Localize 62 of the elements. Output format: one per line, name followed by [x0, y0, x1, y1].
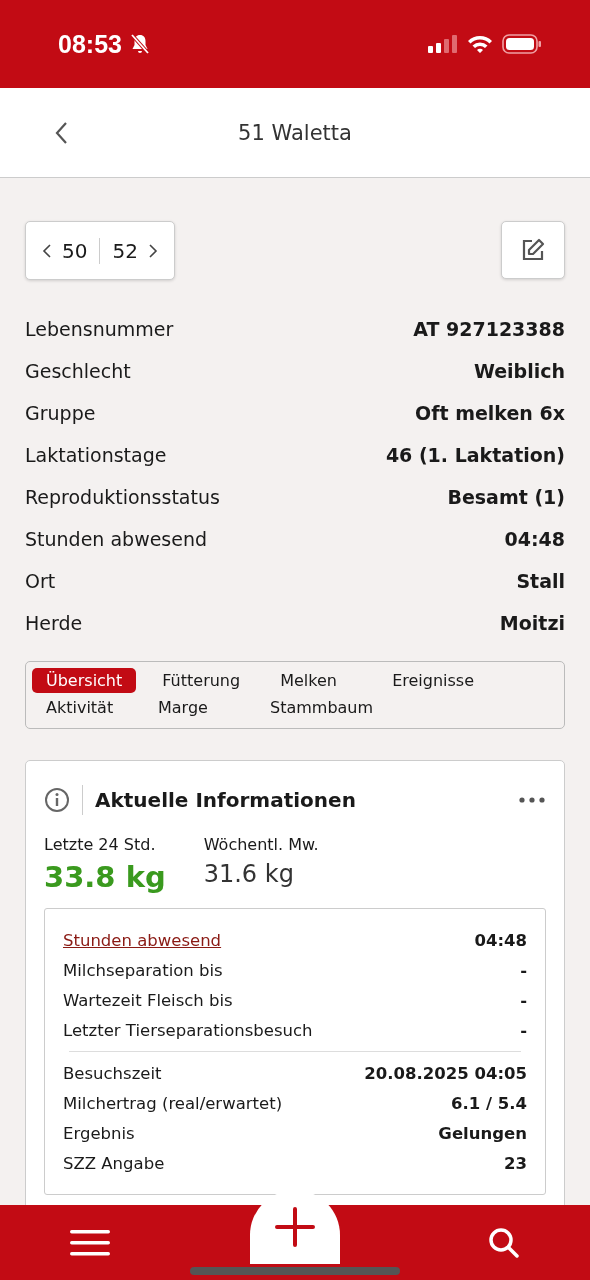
stat-value: 33.8 kg — [44, 860, 166, 894]
signal-icon — [428, 34, 458, 54]
stat-value: 31.6 kg — [203, 860, 295, 888]
info-icon — [44, 787, 70, 813]
detail-label: Ort — [25, 570, 56, 592]
previous-button[interactable]: 50 — [42, 238, 88, 263]
detail-value: Weiblich — [473, 360, 565, 382]
detail-label: Laktationstage — [25, 444, 167, 466]
info-label: Milchseparation bis — [63, 960, 223, 980]
search-icon[interactable] — [488, 1226, 520, 1259]
detail-label: Herde — [25, 612, 83, 634]
tab[interactable]: Melken — [266, 668, 367, 693]
stat-label: Letzte 24 Std. — [44, 835, 157, 854]
chevron-right-icon — [147, 242, 158, 259]
next-button[interactable]: 52 — [112, 238, 158, 263]
edit-button[interactable] — [501, 221, 565, 279]
plus-icon — [275, 1207, 315, 1247]
detail-label: Lebensnummer — [25, 318, 174, 340]
info-value: - — [520, 960, 527, 980]
info-label: Besuchszeit — [63, 1063, 162, 1083]
tab[interactable]: Marge — [144, 695, 244, 720]
back-icon[interactable] — [54, 121, 68, 145]
detail-label: Gruppe — [25, 402, 96, 424]
info-value: - — [520, 990, 527, 1010]
info-value: 23 — [504, 1153, 527, 1173]
wifi-icon — [466, 34, 494, 54]
battery-icon — [502, 34, 542, 54]
detail-label: Reproduktionsstatus — [25, 486, 220, 508]
info-label: SZZ Angabe — [63, 1153, 165, 1173]
menu-icon[interactable] — [70, 1228, 110, 1257]
detail-value: 04:48 — [504, 528, 565, 550]
info-label: Wartezeit Fleisch bis — [63, 990, 233, 1010]
info-value: 04:48 — [474, 930, 527, 950]
info-link[interactable]: Stunden abwesend — [63, 930, 222, 950]
stat-label: Wöchentl. Mw. — [203, 835, 319, 854]
chevron-left-icon — [42, 242, 52, 259]
tab[interactable]: Ereignisse — [378, 668, 489, 693]
info-value: 20.08.2025 04:05 — [364, 1063, 527, 1083]
detail-value: Oft melken 6x — [415, 402, 565, 424]
page-title: 51 Waletta — [238, 120, 352, 145]
detail-label: Geschlecht — [25, 360, 131, 382]
status-time: 08:53 — [58, 29, 122, 59]
more-icon[interactable] — [518, 796, 546, 804]
detail-value: Moitzi — [499, 612, 565, 634]
info-label: Letzter Tierseparationsbesuch — [63, 1020, 313, 1040]
detail-label: Stunden abwesend — [25, 528, 208, 550]
edit-icon — [520, 237, 546, 263]
info-label: Ergebnis — [63, 1123, 135, 1143]
detail-value: 46 (1. Laktation) — [385, 444, 565, 466]
detail-value: Besamt (1) — [447, 486, 565, 508]
info-value: Gelungen — [438, 1123, 527, 1143]
bell-muted-icon — [129, 33, 150, 55]
tab[interactable]: Fütterung — [148, 668, 255, 693]
tab[interactable]: Aktivität — [32, 695, 132, 720]
detail-value: AT 927123388 — [413, 318, 565, 340]
info-value: 6.1 / 5.4 — [451, 1093, 527, 1113]
detail-value: Stall — [516, 570, 565, 592]
info-value: - — [520, 1020, 527, 1040]
tab[interactable]: Übersicht — [32, 668, 137, 693]
card-title: Aktuelle Informationen — [95, 788, 356, 812]
tab[interactable]: Stammbaum — [256, 695, 388, 720]
info-label: Milchertrag (real/erwartet) — [63, 1093, 283, 1113]
